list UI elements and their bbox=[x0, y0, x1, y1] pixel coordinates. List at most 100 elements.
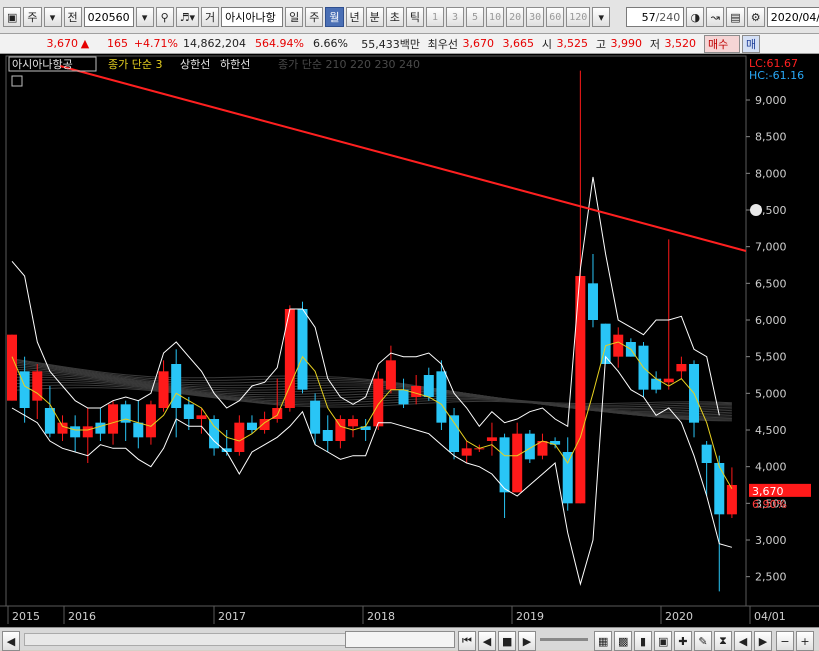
candle-body bbox=[411, 386, 422, 397]
chevron-left-icon[interactable]: ◀ bbox=[734, 631, 752, 651]
market-select[interactable]: 주 bbox=[23, 7, 42, 27]
low-label: 저 bbox=[649, 37, 660, 51]
interval-60[interactable]: 60 bbox=[546, 7, 565, 27]
candle-body bbox=[398, 389, 409, 405]
crosshair-icon[interactable]: ✚ bbox=[674, 631, 692, 651]
zoom-in-button[interactable]: + bbox=[796, 631, 814, 651]
legend-ma: 종가 단순 3 bbox=[108, 58, 162, 71]
candle-body bbox=[310, 400, 321, 434]
period-week[interactable]: 주 bbox=[305, 7, 324, 27]
interval-120[interactable]: 120 bbox=[566, 7, 591, 27]
chevron-right-icon[interactable]: ▶ bbox=[754, 631, 772, 651]
prefix-button[interactable]: 전 bbox=[63, 7, 82, 27]
period-day[interactable]: 일 bbox=[285, 7, 304, 27]
pen-icon[interactable]: ✎ bbox=[694, 631, 712, 651]
interval-60-label: 60 bbox=[549, 11, 562, 23]
trade-amount: 55,433백만 bbox=[361, 37, 420, 51]
legend-stock-name: 아시아나항공 bbox=[12, 58, 73, 71]
interval-tick[interactable]: 틱 bbox=[405, 7, 425, 27]
prefix-label: 전 bbox=[67, 11, 78, 24]
magnet-icon[interactable]: ⧗ bbox=[714, 631, 732, 651]
interval-tick-label: 틱 bbox=[409, 11, 421, 24]
period-month-label: 월 bbox=[329, 11, 340, 24]
low-price: 3,520 bbox=[664, 37, 697, 50]
candle-body bbox=[714, 463, 725, 515]
interval-1[interactable]: 1 bbox=[426, 7, 445, 27]
interval-10[interactable]: 10 bbox=[486, 7, 505, 27]
image-icon[interactable]: ▣ bbox=[654, 631, 673, 651]
y-tick-label: 5,500 bbox=[755, 351, 787, 364]
period-month[interactable]: 월 bbox=[325, 7, 344, 27]
date-value: 2020/04/01 bbox=[770, 10, 819, 24]
x-tick-label: 2019 bbox=[516, 610, 544, 623]
candle-body bbox=[234, 422, 245, 452]
interval-5-label: 5 bbox=[472, 11, 479, 23]
panel-icon[interactable]: ▣ bbox=[3, 7, 22, 27]
high-price: 3,990 bbox=[610, 37, 643, 50]
code-dropdown-icon[interactable]: ▾ bbox=[135, 7, 154, 27]
legend-long-ma: 종가 단순 210 220 230 240 bbox=[278, 58, 420, 71]
stop-icon[interactable]: ■ bbox=[498, 631, 517, 651]
interval-20[interactable]: 20 bbox=[506, 7, 525, 27]
candle-body bbox=[57, 422, 68, 434]
candle-body bbox=[95, 422, 106, 434]
interval-5[interactable]: 5 bbox=[466, 7, 485, 27]
first-page-icon[interactable]: ⏮ bbox=[458, 631, 476, 651]
bottom-toolbar: ◀ ⏮ ◀ ■ ▶ ▦ ▩ ▮ ▣ ✚ ✎ ⧗ ◀ ▶ − + bbox=[0, 627, 819, 651]
candlestick-chart[interactable]: 2,5003,0003,5004,0004,5005,0005,5006,000… bbox=[0, 54, 819, 627]
settings-icon[interactable]: ⚙ bbox=[746, 7, 765, 27]
bar-icon[interactable]: ▮ bbox=[634, 631, 652, 651]
candle-body bbox=[613, 334, 624, 357]
period-year[interactable]: 년 bbox=[345, 7, 364, 27]
candle-body bbox=[82, 426, 93, 438]
horizontal-scrollbar[interactable] bbox=[24, 633, 346, 646]
open-label: 시 bbox=[541, 37, 552, 51]
interval-3[interactable]: 3 bbox=[446, 7, 465, 27]
zoom-slider[interactable] bbox=[540, 638, 588, 641]
sell-button[interactable]: 매 bbox=[742, 34, 760, 53]
play-icon[interactable]: ▶ bbox=[518, 631, 536, 651]
scroll-left-icon[interactable]: ◀ bbox=[2, 631, 20, 651]
search-icon[interactable]: ⚲ bbox=[155, 7, 174, 27]
zoom-out-button[interactable]: − bbox=[776, 631, 794, 651]
tools-icon[interactable]: ↝ bbox=[706, 7, 725, 27]
interval-minute-label: 분 bbox=[369, 11, 380, 24]
chart-area[interactable]: 2,500 3,000 3,500 4,000 4,500 5,000 5,500 6,000… bbox=[0, 54, 819, 627]
candle-body bbox=[297, 309, 308, 390]
interval-minute[interactable]: 분 bbox=[365, 7, 384, 27]
count-total: /240 bbox=[655, 10, 681, 24]
price-change: 165 bbox=[107, 37, 128, 50]
interval-dropdown-icon[interactable]: ▾ bbox=[592, 7, 611, 27]
price-change-pct: +4.71% bbox=[133, 37, 178, 50]
save-icon[interactable]: ▤ bbox=[726, 7, 745, 27]
turnover-rate: 6.66% bbox=[313, 37, 348, 50]
chart-type-button[interactable]: 거 bbox=[201, 7, 220, 27]
stock-name-field[interactable]: 아시아나항 bbox=[221, 7, 284, 27]
speaker-icon[interactable]: ♬▾ bbox=[175, 7, 200, 27]
legend-lower: 하한선 bbox=[220, 57, 250, 71]
date-input[interactable]: 2020/04/01 bbox=[766, 7, 819, 27]
toggle-icon[interactable]: ◑ bbox=[686, 7, 705, 27]
plot-frame bbox=[5, 55, 747, 607]
hc-indicator: HC:-61.16 bbox=[749, 69, 804, 82]
rewind-icon[interactable]: ◀ bbox=[478, 631, 496, 651]
period-week-label: 주 bbox=[309, 11, 320, 24]
candle-body bbox=[701, 444, 712, 463]
count-input[interactable]: 57/240 bbox=[626, 7, 685, 27]
market-dropdown-icon[interactable]: ▾ bbox=[43, 7, 62, 27]
price-tag-pct: 6.90% bbox=[752, 498, 787, 511]
interval-1-label: 1 bbox=[432, 11, 439, 23]
interval-30[interactable]: 30 bbox=[526, 7, 545, 27]
grid-icon[interactable]: ▩ bbox=[614, 631, 633, 651]
buy-button[interactable]: 매수 bbox=[704, 34, 740, 53]
layout-icon[interactable]: ▦ bbox=[594, 631, 613, 651]
scrollbar-thumb[interactable] bbox=[345, 631, 455, 648]
x-tick-label: 2020 bbox=[665, 610, 693, 623]
candle-body bbox=[461, 448, 472, 456]
y-tick-label: 5,000 bbox=[755, 387, 787, 400]
candle-body bbox=[726, 485, 737, 515]
interval-second[interactable]: 초 bbox=[385, 7, 404, 27]
code-input[interactable]: 020560 bbox=[83, 7, 134, 27]
candle-body bbox=[512, 433, 523, 493]
candle-body bbox=[562, 452, 573, 504]
